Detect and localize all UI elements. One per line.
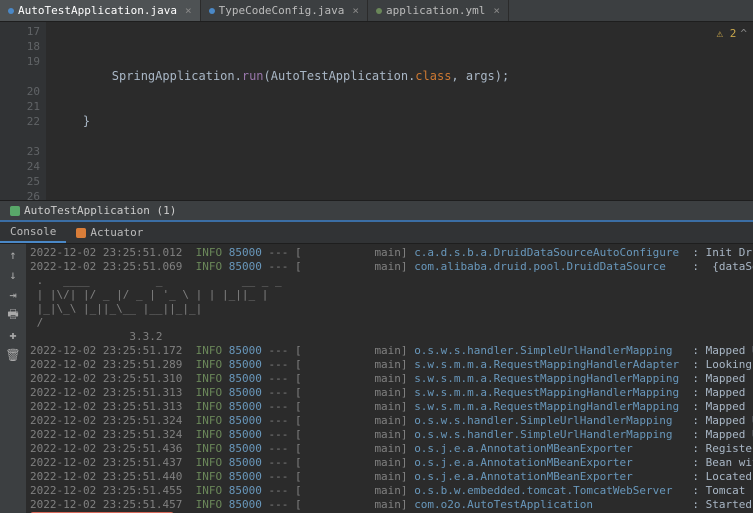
close-icon[interactable]: × — [352, 4, 359, 17]
code-area[interactable]: ⚠ 2 ^ SpringApplication.run(AutoTestAppl… — [46, 22, 753, 200]
tab-label: AutoTestApplication.java — [18, 4, 177, 17]
tab-typecodeconfig-java[interactable]: TypeCodeConfig.java × — [201, 0, 368, 21]
log-line: 2022-12-02 23:25:51.289 INFO 85000 --- [… — [30, 358, 749, 372]
trash-icon[interactable]: 🗑 — [6, 348, 20, 362]
run-toolbar: AutoTestApplication (1) — [0, 200, 753, 222]
log-line: 2022-12-02 23:25:51.310 INFO 85000 --- [… — [30, 372, 749, 386]
log-line: 2022-12-02 23:25:51.324 INFO 85000 --- [… — [30, 428, 749, 442]
tab-autotestapplication-java[interactable]: AutoTestApplication.java × — [0, 0, 201, 21]
line-number[interactable]: 17 — [2, 24, 40, 39]
scroll-up-icon[interactable]: ↑ — [6, 248, 20, 262]
line-number[interactable]: 25◉ — [2, 174, 40, 189]
line-number[interactable]: 20 — [2, 84, 40, 99]
output-wrap: ↑ ↓ ⇥ 🖶 ✚ 🗑 2022-12-02 23:25:51.012 INFO… — [0, 244, 753, 513]
line-number[interactable] — [2, 129, 40, 144]
tab-application-yml[interactable]: application.yml × — [368, 0, 509, 21]
line-number[interactable] — [2, 69, 40, 84]
run-config-label[interactable]: AutoTestApplication (1) — [0, 204, 186, 217]
line-number[interactable]: 24 — [2, 159, 40, 174]
console-output[interactable]: 2022-12-02 23:25:51.012 INFO 85000 --- [… — [26, 244, 753, 513]
line-number[interactable]: 18 — [2, 39, 40, 54]
log-line: 2022-12-02 23:25:51.457 INFO 85000 --- [… — [30, 498, 749, 512]
log-line: / — [30, 316, 749, 330]
tab-label: application.yml — [386, 4, 485, 17]
actuator-icon — [76, 228, 86, 238]
log-line: 2022-12-02 23:25:51.440 INFO 85000 --- [… — [30, 470, 749, 484]
gutter: 1718192021⬤22232425◉26 — [0, 22, 46, 200]
log-line: . ____ _ __ _ _ — [30, 274, 749, 288]
log-line: 2022-12-02 23:25:51.012 INFO 85000 --- [… — [30, 246, 749, 260]
log-line: 2022-12-02 23:25:51.313 INFO 85000 --- [… — [30, 386, 749, 400]
inspection-badges[interactable]: ⚠ 2 ^ — [717, 26, 748, 41]
tab-console[interactable]: Console — [0, 222, 66, 243]
log-line: 2022-12-02 23:25:51.313 INFO 85000 --- [… — [30, 400, 749, 414]
close-icon[interactable]: × — [185, 4, 192, 17]
log-line: | |\/| |/ _ |/ _ | '_ \ | | |_||_ | — [30, 288, 749, 302]
print-icon[interactable]: 🖶 — [6, 308, 20, 322]
line-number[interactable]: 23 — [2, 144, 40, 159]
warning-badge[interactable]: ⚠ 2 — [717, 26, 737, 41]
log-line: 3.3.2 — [30, 330, 749, 344]
file-icon — [209, 8, 215, 14]
line-number[interactable]: 21⬤ — [2, 99, 40, 114]
log-line: 2022-12-02 23:25:51.436 INFO 85000 --- [… — [30, 442, 749, 456]
line-number[interactable]: 22 — [2, 114, 40, 129]
close-icon[interactable]: × — [493, 4, 500, 17]
editor-pane: 1718192021⬤22232425◉26 ⚠ 2 ^ SpringAppli… — [0, 22, 753, 200]
soft-wrap-icon[interactable]: ⇥ — [6, 288, 20, 302]
log-line: 2022-12-02 23:25:51.069 INFO 85000 --- [… — [30, 260, 749, 274]
log-line: 2022-12-02 23:25:51.324 INFO 85000 --- [… — [30, 414, 749, 428]
log-line: 2022-12-02 23:25:51.455 INFO 85000 --- [… — [30, 484, 749, 498]
line-number[interactable]: 19 — [2, 54, 40, 69]
brace: } — [83, 114, 90, 128]
run-icon — [10, 206, 20, 216]
tab-actuator[interactable]: Actuator — [66, 223, 153, 242]
output-tabs: Console Actuator — [0, 222, 753, 244]
scroll-down-icon[interactable]: ↓ — [6, 268, 20, 282]
editor-tabs: AutoTestApplication.java×TypeCodeConfig.… — [0, 0, 753, 22]
file-icon — [376, 8, 382, 14]
up-badge[interactable]: ^ — [740, 26, 747, 41]
log-line: 2022-12-02 23:25:51.172 INFO 85000 --- [… — [30, 344, 749, 358]
line-number[interactable]: 26 — [2, 189, 40, 204]
log-line: |_|\_\ |_||_\__ |__||_|_| — [30, 302, 749, 316]
console-toolbar: ↑ ↓ ⇥ 🖶 ✚ 🗑 — [0, 244, 26, 513]
clear-icon[interactable]: ✚ — [6, 328, 20, 342]
file-icon — [8, 8, 14, 14]
tab-label: TypeCodeConfig.java — [219, 4, 345, 17]
log-line: 2022-12-02 23:25:51.437 INFO 85000 --- [… — [30, 456, 749, 470]
